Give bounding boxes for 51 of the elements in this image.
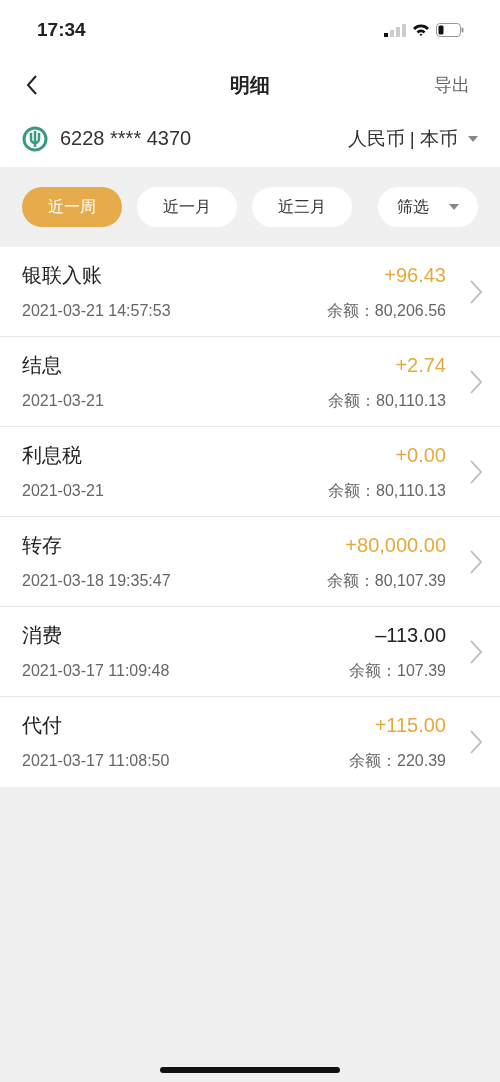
chevron-icon [470,369,482,394]
balance-text: 余额：107.39 [349,660,446,681]
chevron-icon [470,549,482,574]
balance-text: 余额：220.39 [349,751,446,771]
chevron-icon [470,459,482,484]
back-icon[interactable] [26,75,38,95]
signal-icon [384,23,406,37]
transaction-title: 结息 [22,352,62,378]
transaction-row[interactable]: 代付 +115.00 2021-03-17 11:08:50 余额：220.39 [0,697,500,787]
transaction-amount: +0.00 [395,443,446,467]
chevron-icon [470,279,482,304]
transaction-row[interactable]: 消费 –113.00 2021-03-17 11:09:48 余额：107.39 [0,607,500,697]
transaction-row[interactable]: 转存 +80,000.00 2021-03-18 19:35:47 余额：80,107.39 [0,517,500,607]
caret-icon [468,135,478,142]
transaction-amount: +96.43 [384,263,446,287]
caret-icon [449,204,459,210]
transaction-title: 代付 [22,713,62,738]
account-number: 6228 **** 4370 [60,127,192,150]
battery-icon [436,23,464,37]
transaction-title: 转存 [22,532,62,558]
status-time: 17:34 [37,19,86,41]
transaction-title: 消费 [22,622,62,648]
chevron-icon [470,730,482,754]
transaction-amount: +115.00 [374,714,446,737]
transaction-date: 2021-03-17 11:09:48 [22,661,170,680]
export-button[interactable]: 导出 [434,73,470,97]
transaction-date: 2021-03-21 [22,391,104,410]
transaction-row[interactable]: 利息税 +0.00 2021-03-21 余额：80,110.13 [0,427,500,517]
transaction-date: 2021-03-17 11:08:50 [22,752,170,770]
transaction-row[interactable]: 银联入账 +96.43 2021-03-21 14:57:53 余额：80,206.56 [0,247,500,337]
balance-text: 余额：80,110.13 [328,390,446,411]
transaction-date: 2021-03-21 14:57:53 [22,301,171,320]
balance-text: 余额：80,206.56 [326,300,446,321]
page-title: 明细 [230,72,270,98]
chevron-icon [470,639,482,664]
transaction-amount: –113.00 [375,623,446,647]
transaction-amount: +2.74 [395,353,446,377]
bank-logo-icon [22,125,48,152]
balance-text: 余额：80,110.13 [328,480,446,501]
transaction-row[interactable]: 结息 +2.74 2021-03-21 余额：80,110.13 [0,337,500,427]
period-tab[interactable]: 近一月 [137,187,237,227]
wifi-icon [412,23,430,37]
transaction-title: 银联入账 [22,262,102,288]
transaction-title: 利息税 [22,442,82,468]
transaction-date: 2021-03-18 19:35:47 [22,571,171,590]
period-tab[interactable]: 近三月 [252,187,352,227]
filter-dropdown[interactable]: 筛选 [378,187,478,227]
transaction-amount: +80,000.00 [345,533,446,557]
balance-text: 余额：80,107.39 [326,570,446,591]
currency-dropdown[interactable]: 人民币 | 本币 [347,125,478,152]
transaction-date: 2021-03-21 [22,481,104,500]
